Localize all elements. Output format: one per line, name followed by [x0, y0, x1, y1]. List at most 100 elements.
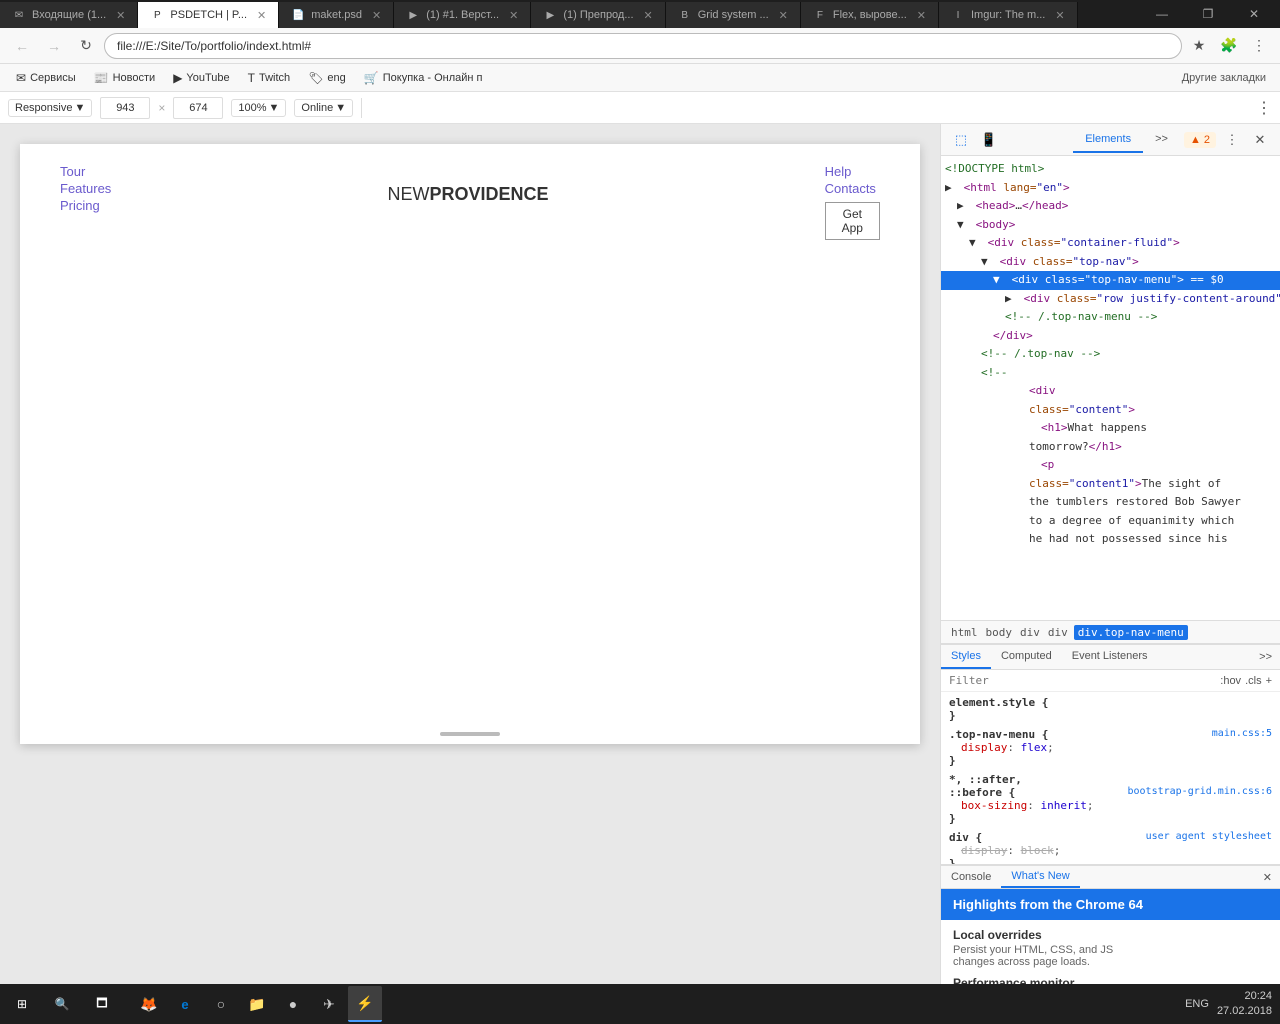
- width-input[interactable]: [100, 97, 150, 119]
- menu-icon[interactable]: ⋮: [1246, 33, 1272, 59]
- device-selector[interactable]: Responsive ▼: [8, 99, 92, 117]
- nav-link-features[interactable]: Features: [60, 181, 111, 196]
- dom-node-closediv1[interactable]: </div>: [941, 327, 1280, 346]
- tab-computed[interactable]: Computed: [991, 645, 1062, 669]
- hov-filter[interactable]: :hov: [1220, 675, 1241, 687]
- tab-close-icon[interactable]: ✕: [372, 9, 381, 22]
- nav-link-contacts[interactable]: Contacts: [825, 181, 876, 196]
- warning-badge[interactable]: ▲ 2: [1184, 132, 1216, 148]
- taskbar-app-explorer[interactable]: 📁: [240, 986, 274, 1022]
- breadcrumb-html[interactable]: html: [949, 626, 980, 639]
- bookmark-сервисы[interactable]: ✉Сервисы: [8, 67, 84, 89]
- breadcrumb-div2[interactable]: div: [1046, 626, 1070, 639]
- dom-node-comment3[interactable]: <!--: [941, 364, 1280, 383]
- nav-link-help[interactable]: Help: [825, 164, 852, 179]
- browser-tab-3[interactable]: 📄maket.psd✕: [279, 2, 394, 28]
- tab-event-listeners[interactable]: Event Listeners: [1062, 645, 1158, 669]
- dom-node-class-content[interactable]: class="content">: [941, 401, 1280, 420]
- dom-node-row[interactable]: ▶ <div class="row justify-content-around…: [941, 290, 1280, 309]
- zoom-selector[interactable]: 100% ▼: [231, 99, 286, 117]
- tab-styles[interactable]: Styles: [941, 645, 991, 669]
- bottom-close-icon[interactable]: ✕: [1255, 867, 1280, 888]
- nav-link-pricing[interactable]: Pricing: [60, 198, 111, 213]
- cls-filter[interactable]: .cls: [1245, 675, 1262, 687]
- tab-close-icon[interactable]: ✕: [644, 9, 653, 22]
- devtools-more-icon[interactable]: ⋮: [1220, 128, 1244, 152]
- close-button[interactable]: ✕: [1232, 0, 1276, 28]
- dom-node-container[interactable]: ▼ <div class="container-fluid">: [941, 234, 1280, 253]
- bookmark-star-icon[interactable]: ★: [1186, 33, 1212, 59]
- dom-tree[interactable]: <!DOCTYPE html> ▶ <html lang="en"> ▶ <he…: [941, 156, 1280, 620]
- tab-elements[interactable]: Elements: [1073, 127, 1143, 153]
- dom-node-p[interactable]: <p: [941, 456, 1280, 475]
- bookmark-youtube[interactable]: ▶YouTube: [165, 67, 237, 89]
- dom-node-comment1[interactable]: <!-- /.top-nav-menu -->: [941, 308, 1280, 327]
- add-style[interactable]: +: [1266, 675, 1272, 687]
- tab-more[interactable]: >>: [1143, 127, 1180, 153]
- tab-close-icon[interactable]: ✕: [779, 9, 788, 22]
- reload-button[interactable]: ↻: [72, 32, 100, 60]
- dom-node-doctype[interactable]: <!DOCTYPE html>: [941, 160, 1280, 179]
- bookmark-twitch[interactable]: TTwitch: [240, 67, 299, 89]
- taskbar-app-telegram[interactable]: ✈: [312, 986, 346, 1022]
- taskbar-app-app3[interactable]: ○: [204, 986, 238, 1022]
- breadcrumb-div1[interactable]: div: [1018, 626, 1042, 639]
- css-file-bootstrap1[interactable]: bootstrap-grid.min.css:6: [1128, 786, 1273, 797]
- browser-tab-5[interactable]: ▶(1) Препрод...✕: [531, 2, 665, 28]
- extensions-icon[interactable]: 🧩: [1216, 33, 1242, 59]
- browser-tab-6[interactable]: BGrid system ...✕: [666, 2, 801, 28]
- get-app-button[interactable]: GetApp: [825, 202, 880, 240]
- tab-console[interactable]: Console: [941, 867, 1001, 887]
- filter-input[interactable]: [949, 674, 1216, 687]
- dom-node-p-text2[interactable]: to a degree of equanimity which: [941, 512, 1280, 531]
- toolbar-more-icon[interactable]: ⋮: [1256, 98, 1272, 118]
- task-view-button[interactable]: 🗖: [84, 986, 120, 1022]
- preview-scrollbar[interactable]: [440, 732, 500, 736]
- bookmark-покупка---онлайн-п[interactable]: 🛒Покупка - Онлайн п: [356, 67, 491, 89]
- other-bookmarks[interactable]: Другие закладки: [1176, 70, 1272, 86]
- style-tabs-more[interactable]: >>: [1251, 646, 1280, 668]
- browser-tab-7[interactable]: FFlex, вырове...✕: [801, 2, 939, 28]
- dom-node-p-text3[interactable]: he had not possessed since his: [941, 530, 1280, 549]
- back-button[interactable]: ←: [8, 32, 36, 60]
- dom-node-body[interactable]: ▼ <body>: [941, 216, 1280, 235]
- dom-node-topnavmenu[interactable]: ▼ <div class="top-nav-menu"> == $0: [941, 271, 1280, 290]
- address-input[interactable]: [104, 33, 1182, 59]
- tab-close-icon[interactable]: ✕: [116, 9, 125, 22]
- dom-node-h1-close[interactable]: tomorrow?</h1>: [941, 438, 1280, 457]
- dom-node-topnav[interactable]: ▼ <div class="top-nav">: [941, 253, 1280, 272]
- height-input[interactable]: [173, 97, 223, 119]
- dom-node-div-content[interactable]: <div: [941, 382, 1280, 401]
- tab-close-icon[interactable]: ✕: [1055, 9, 1064, 22]
- search-button[interactable]: 🔍: [44, 986, 80, 1022]
- dom-node-p-class[interactable]: class="content1">The sight of: [941, 475, 1280, 494]
- maximize-button[interactable]: ❐: [1186, 0, 1230, 28]
- breadcrumb-topnavmenu[interactable]: div.top-nav-menu: [1074, 625, 1188, 640]
- inspect-element-icon[interactable]: ⬚: [949, 128, 973, 152]
- forward-button[interactable]: →: [40, 32, 68, 60]
- tab-close-icon[interactable]: ✕: [257, 9, 266, 22]
- tab-close-icon[interactable]: ✕: [917, 9, 926, 22]
- dom-node-html[interactable]: ▶ <html lang="en">: [941, 179, 1280, 198]
- tab-close-icon[interactable]: ✕: [509, 9, 518, 22]
- taskbar-app-firefox[interactable]: 🦊: [132, 986, 166, 1022]
- browser-tab-1[interactable]: ✉Входящие (1...✕: [0, 2, 138, 28]
- css-file-main[interactable]: main.css:5: [1212, 728, 1272, 739]
- bookmark-eng[interactable]: 🏷eng: [300, 67, 354, 89]
- network-selector[interactable]: Online ▼: [294, 99, 353, 117]
- browser-tab-8[interactable]: IImgur: The m...✕: [939, 2, 1078, 28]
- minimize-button[interactable]: —: [1140, 0, 1184, 28]
- taskbar-app-photoshop[interactable]: ⚡: [348, 986, 382, 1022]
- browser-tab-2[interactable]: PPSDETCH | P...✕: [138, 2, 279, 28]
- browser-tab-4[interactable]: ▶(1) #1. Верст...✕: [394, 2, 531, 28]
- taskbar-app-edge[interactable]: e: [168, 986, 202, 1022]
- dom-node-head[interactable]: ▶ <head>…</head>: [941, 197, 1280, 216]
- breadcrumb-body[interactable]: body: [984, 626, 1015, 639]
- start-button[interactable]: ⊞: [4, 986, 40, 1022]
- nav-link-tour[interactable]: Tour: [60, 164, 111, 179]
- dom-node-p-text1[interactable]: the tumblers restored Bob Sawyer: [941, 493, 1280, 512]
- taskbar-app-chrome[interactable]: ●: [276, 986, 310, 1022]
- dom-node-h1[interactable]: <h1>What happens: [941, 419, 1280, 438]
- tab-whats-new[interactable]: What's New: [1001, 866, 1079, 888]
- devtools-close-icon[interactable]: ✕: [1248, 128, 1272, 152]
